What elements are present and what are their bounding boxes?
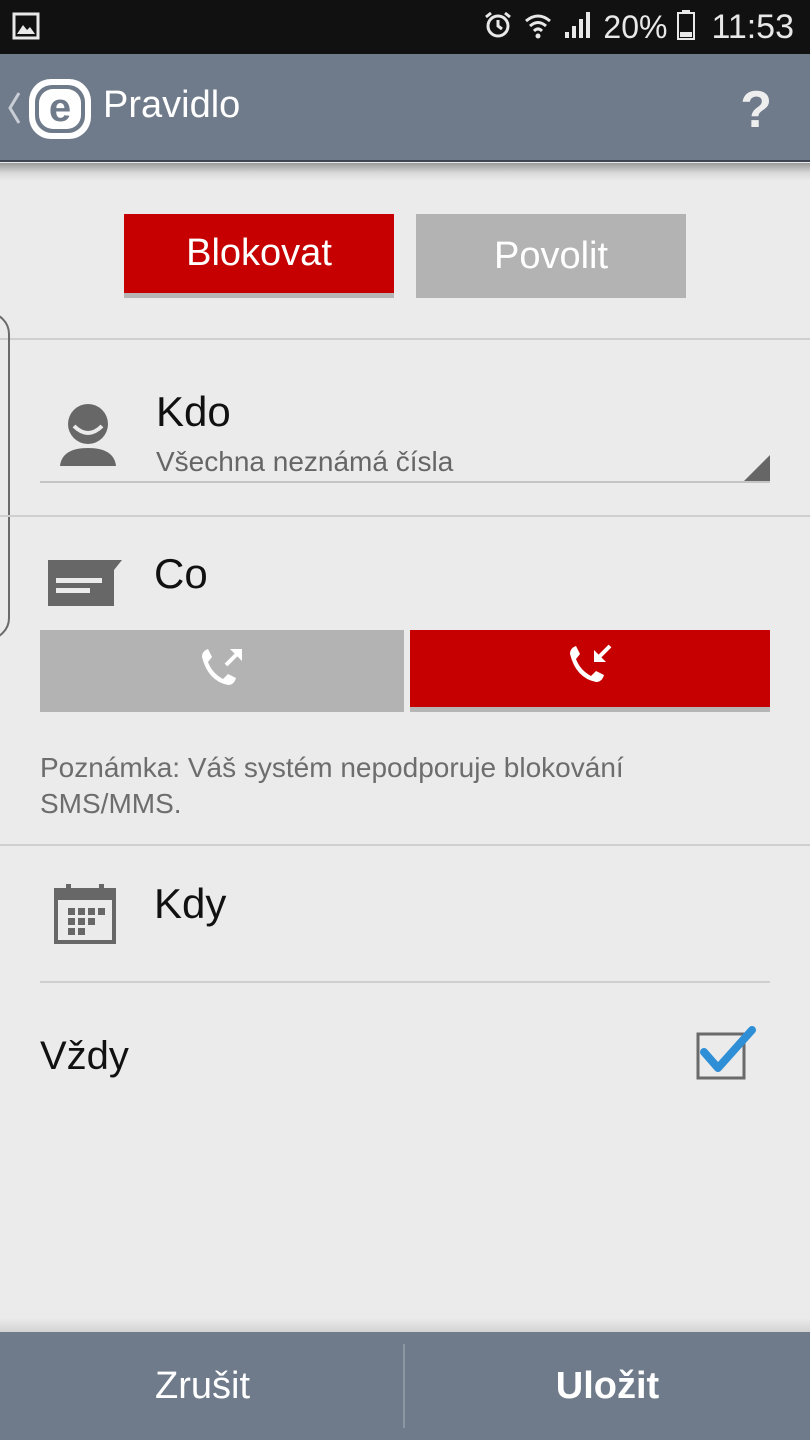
when-title: Kdy [154,880,227,927]
signal-icon [563,10,593,45]
clock: 11:53 [711,7,794,46]
help-button[interactable]: ? [740,80,772,140]
phone-incoming-icon [564,640,616,697]
always-checkbox[interactable] [694,1026,756,1087]
what-title: Co [154,550,208,597]
app-logo-icon[interactable]: e [26,76,94,142]
side-panel-handle[interactable] [0,312,10,640]
person-icon [56,400,120,475]
app-bar-shadow [0,163,810,181]
divider [0,515,810,517]
save-button[interactable]: Uložit [405,1332,810,1440]
page-title: Pravidlo [103,84,241,126]
battery-percentage: 20% [603,8,668,45]
alarm-icon [483,10,513,45]
who-dropdown[interactable]: Všechna neznámá čísla [156,446,453,478]
who-underline [40,481,770,483]
svg-text:e: e [49,86,71,130]
bottom-bar: Zrušit Uložit [0,1332,810,1440]
bottom-bar-shadow [0,1318,810,1332]
always-label: Vždy [40,1034,129,1078]
battery-icon [677,9,696,45]
who-title: Kdo [156,388,231,435]
cancel-button[interactable]: Zrušit [0,1332,405,1440]
bottom-bar-separator [403,1344,405,1428]
image-icon [12,12,40,45]
calendar-icon [54,882,116,949]
allow-button[interactable]: Povolit [416,214,686,298]
note-text: Poznámka: Váš systém nepodporuje bloková… [40,752,624,819]
outgoing-call-button[interactable] [40,630,404,712]
message-icon [48,560,122,613]
app-bar: e Pravidlo ? [0,54,810,162]
status-bar: 20% 11:53 [0,0,810,54]
divider [0,338,810,340]
wifi-icon [523,10,553,45]
divider [0,844,810,846]
back-chevron-icon[interactable] [6,90,22,131]
phone-outgoing-icon [196,643,248,700]
when-underline [40,981,770,983]
dropdown-arrow-icon [742,455,770,488]
incoming-call-button[interactable] [410,630,770,712]
block-button[interactable]: Blokovat [124,214,394,298]
